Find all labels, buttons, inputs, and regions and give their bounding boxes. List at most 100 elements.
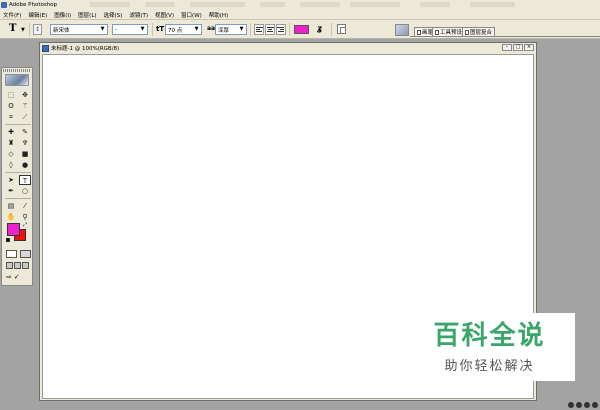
font-size-select[interactable]: 70 点 ▼ <box>165 24 202 35</box>
color-swatches: ⤢ <box>6 222 30 245</box>
crop-tool-icon[interactable]: ⌗ <box>5 112 17 122</box>
tab-layer-comps[interactable]: 图层复合 <box>462 27 496 36</box>
blurred-region <box>260 2 285 7</box>
healing-brush-tool-icon[interactable]: ✚ <box>5 127 17 137</box>
text-color-swatch[interactable] <box>294 25 309 34</box>
menu-view[interactable]: 视图(V) <box>155 11 174 19</box>
palette-well-line <box>410 36 600 37</box>
brush-preview-icon <box>395 24 409 36</box>
toggle-palettes-icon[interactable] <box>337 24 346 34</box>
tab-layer-comps-label: 图层复合 <box>470 30 493 36</box>
align-left-icon[interactable] <box>254 24 264 35</box>
magic-wand-tool-icon[interactable]: ⚚ <box>19 101 31 111</box>
toolbox-separator <box>5 172 31 173</box>
zoom-tool-icon[interactable]: ⚲ <box>19 212 31 222</box>
minimize-icon[interactable]: – <box>502 44 512 51</box>
notes-tool-icon[interactable]: ▤ <box>5 201 17 211</box>
watermark: 百科全说 助你轻松解决 <box>404 313 575 381</box>
blurred-region <box>145 2 175 7</box>
tool-preset-dropdown-icon[interactable]: ▼ <box>21 27 25 38</box>
hand-tool-icon[interactable]: ✋ <box>5 212 17 222</box>
font-size-value: 70 点 <box>168 27 183 34</box>
slice-tool-icon[interactable]: ⟋ <box>19 112 31 122</box>
eyedropper-tool-icon[interactable]: ⁄ <box>19 201 31 211</box>
tab-icon <box>417 29 421 35</box>
mask-mode-row <box>6 250 31 258</box>
app-title: Adobe Photoshop <box>9 2 58 8</box>
standard-mode-icon[interactable] <box>6 250 17 258</box>
antialias-select[interactable]: 浑厚 ▼ <box>215 24 247 35</box>
maximize-icon[interactable]: □ <box>513 44 523 51</box>
font-style-select[interactable]: - ▼ <box>112 24 148 35</box>
default-colors-icon[interactable] <box>6 238 10 242</box>
quick-mask-mode-icon[interactable] <box>20 250 31 258</box>
menu-select[interactable]: 选择(S) <box>104 11 123 19</box>
blurred-region <box>300 2 340 7</box>
text-tool-icon[interactable]: T <box>9 23 16 34</box>
pen-tool-icon[interactable]: ✒ <box>5 186 17 196</box>
dodge-tool-icon[interactable]: ● <box>19 160 31 170</box>
foreground-color-swatch[interactable] <box>7 223 20 236</box>
options-bar: T ▼ ↕ 新宋体 ▼ - ▼ tT 70 点 ▼ aa 浑厚 ▼ ʓ 画笔 工… <box>0 20 600 39</box>
document-icon <box>42 44 49 52</box>
tray-icon[interactable] <box>568 402 574 408</box>
menu-edit[interactable]: 编辑(E) <box>28 11 47 19</box>
toolbox-separator <box>5 198 31 199</box>
move-tool-icon[interactable]: ✥ <box>19 90 31 100</box>
tool-grid: ⬚ ✥ ʘ ⚚ ⌗ ⟋ ✚ ✎ ♜ ♆ ◇ ■ ◊ ● ➤ T ✒ ○ ▤ ⁄ … <box>5 90 31 222</box>
document-titlebar[interactable]: 未标题-1 @ 100%(RGB/8) – □ × <box>40 43 536 53</box>
jump-to-row: ⇨ ✓ <box>6 273 20 281</box>
blurred-region <box>470 2 515 7</box>
menu-window[interactable]: 窗口(W) <box>181 11 202 19</box>
chevron-down-icon: ▼ <box>100 26 105 32</box>
lasso-tool-icon[interactable]: ʘ <box>5 101 17 111</box>
menu-layer[interactable]: 图层(L) <box>78 11 96 19</box>
brush-tool-icon[interactable]: ✎ <box>19 127 31 137</box>
toolbox: ⬚ ✥ ʘ ⚚ ⌗ ⟋ ✚ ✎ ♜ ♆ ◇ ■ ◊ ● ➤ T ✒ ○ ▤ ⁄ … <box>1 67 33 286</box>
jump-to-imageready-icon[interactable]: ⇨ <box>6 273 12 281</box>
tab-tool-presets[interactable]: 工具预设 <box>432 27 466 36</box>
photoshop-icon <box>1 2 7 8</box>
tray-icon[interactable] <box>592 402 598 408</box>
clone-stamp-tool-icon[interactable]: ♜ <box>5 138 17 148</box>
menu-help[interactable]: 帮助(H) <box>209 11 228 19</box>
blur-tool-icon[interactable]: ◊ <box>5 160 17 170</box>
text-orientation-icon[interactable]: ↕ <box>33 24 42 35</box>
tray-icon[interactable] <box>584 402 590 408</box>
tray-icon[interactable] <box>576 402 582 408</box>
adobe-feather-icon[interactable] <box>5 74 29 86</box>
blurred-region <box>190 2 245 7</box>
gradient-tool-icon[interactable]: ■ <box>19 149 31 159</box>
warp-text-icon[interactable]: ʓ <box>317 24 322 35</box>
tab-icon <box>465 29 469 35</box>
toolbox-separator <box>5 124 31 125</box>
swap-colors-icon[interactable]: ⤢ <box>23 222 27 228</box>
chevron-down-icon: ▼ <box>140 26 145 32</box>
path-selection-tool-icon[interactable]: ➤ <box>5 175 17 185</box>
shape-tool-icon[interactable]: ○ <box>19 186 31 196</box>
eraser-tool-icon[interactable]: ◇ <box>5 149 17 159</box>
close-icon[interactable]: × <box>524 44 534 51</box>
imageready-icon[interactable]: ✓ <box>14 273 20 281</box>
marquee-tool-icon[interactable]: ⬚ <box>5 90 17 100</box>
antialias-icon: aa <box>207 25 216 32</box>
standard-screen-mode-icon[interactable] <box>6 262 13 269</box>
app-titlebar: Adobe Photoshop <box>0 0 600 10</box>
menu-image[interactable]: 图像(I) <box>54 11 71 19</box>
full-screen-mode-icon[interactable] <box>22 262 29 269</box>
history-brush-tool-icon[interactable]: ♆ <box>19 138 31 148</box>
menu-file[interactable]: 文件(F) <box>3 11 21 19</box>
type-tool-icon[interactable]: T <box>19 175 31 185</box>
antialias-value: 浑厚 <box>218 27 230 34</box>
menu-filter[interactable]: 滤镜(T) <box>129 11 148 19</box>
menu-bar: 文件(F) 编辑(E) 图像(I) 图层(L) 选择(S) 滤镜(T) 视图(V… <box>0 10 600 20</box>
full-screen-menu-mode-icon[interactable] <box>14 262 21 269</box>
divider <box>29 23 30 36</box>
align-center-icon[interactable] <box>265 24 275 35</box>
font-family-select[interactable]: 新宋体 ▼ <box>50 24 108 35</box>
tab-icon <box>435 29 439 35</box>
window-controls: – □ × <box>502 44 534 51</box>
toolbox-grip[interactable] <box>3 69 31 72</box>
font-style-value: - <box>115 26 117 33</box>
align-right-icon[interactable] <box>276 24 286 35</box>
